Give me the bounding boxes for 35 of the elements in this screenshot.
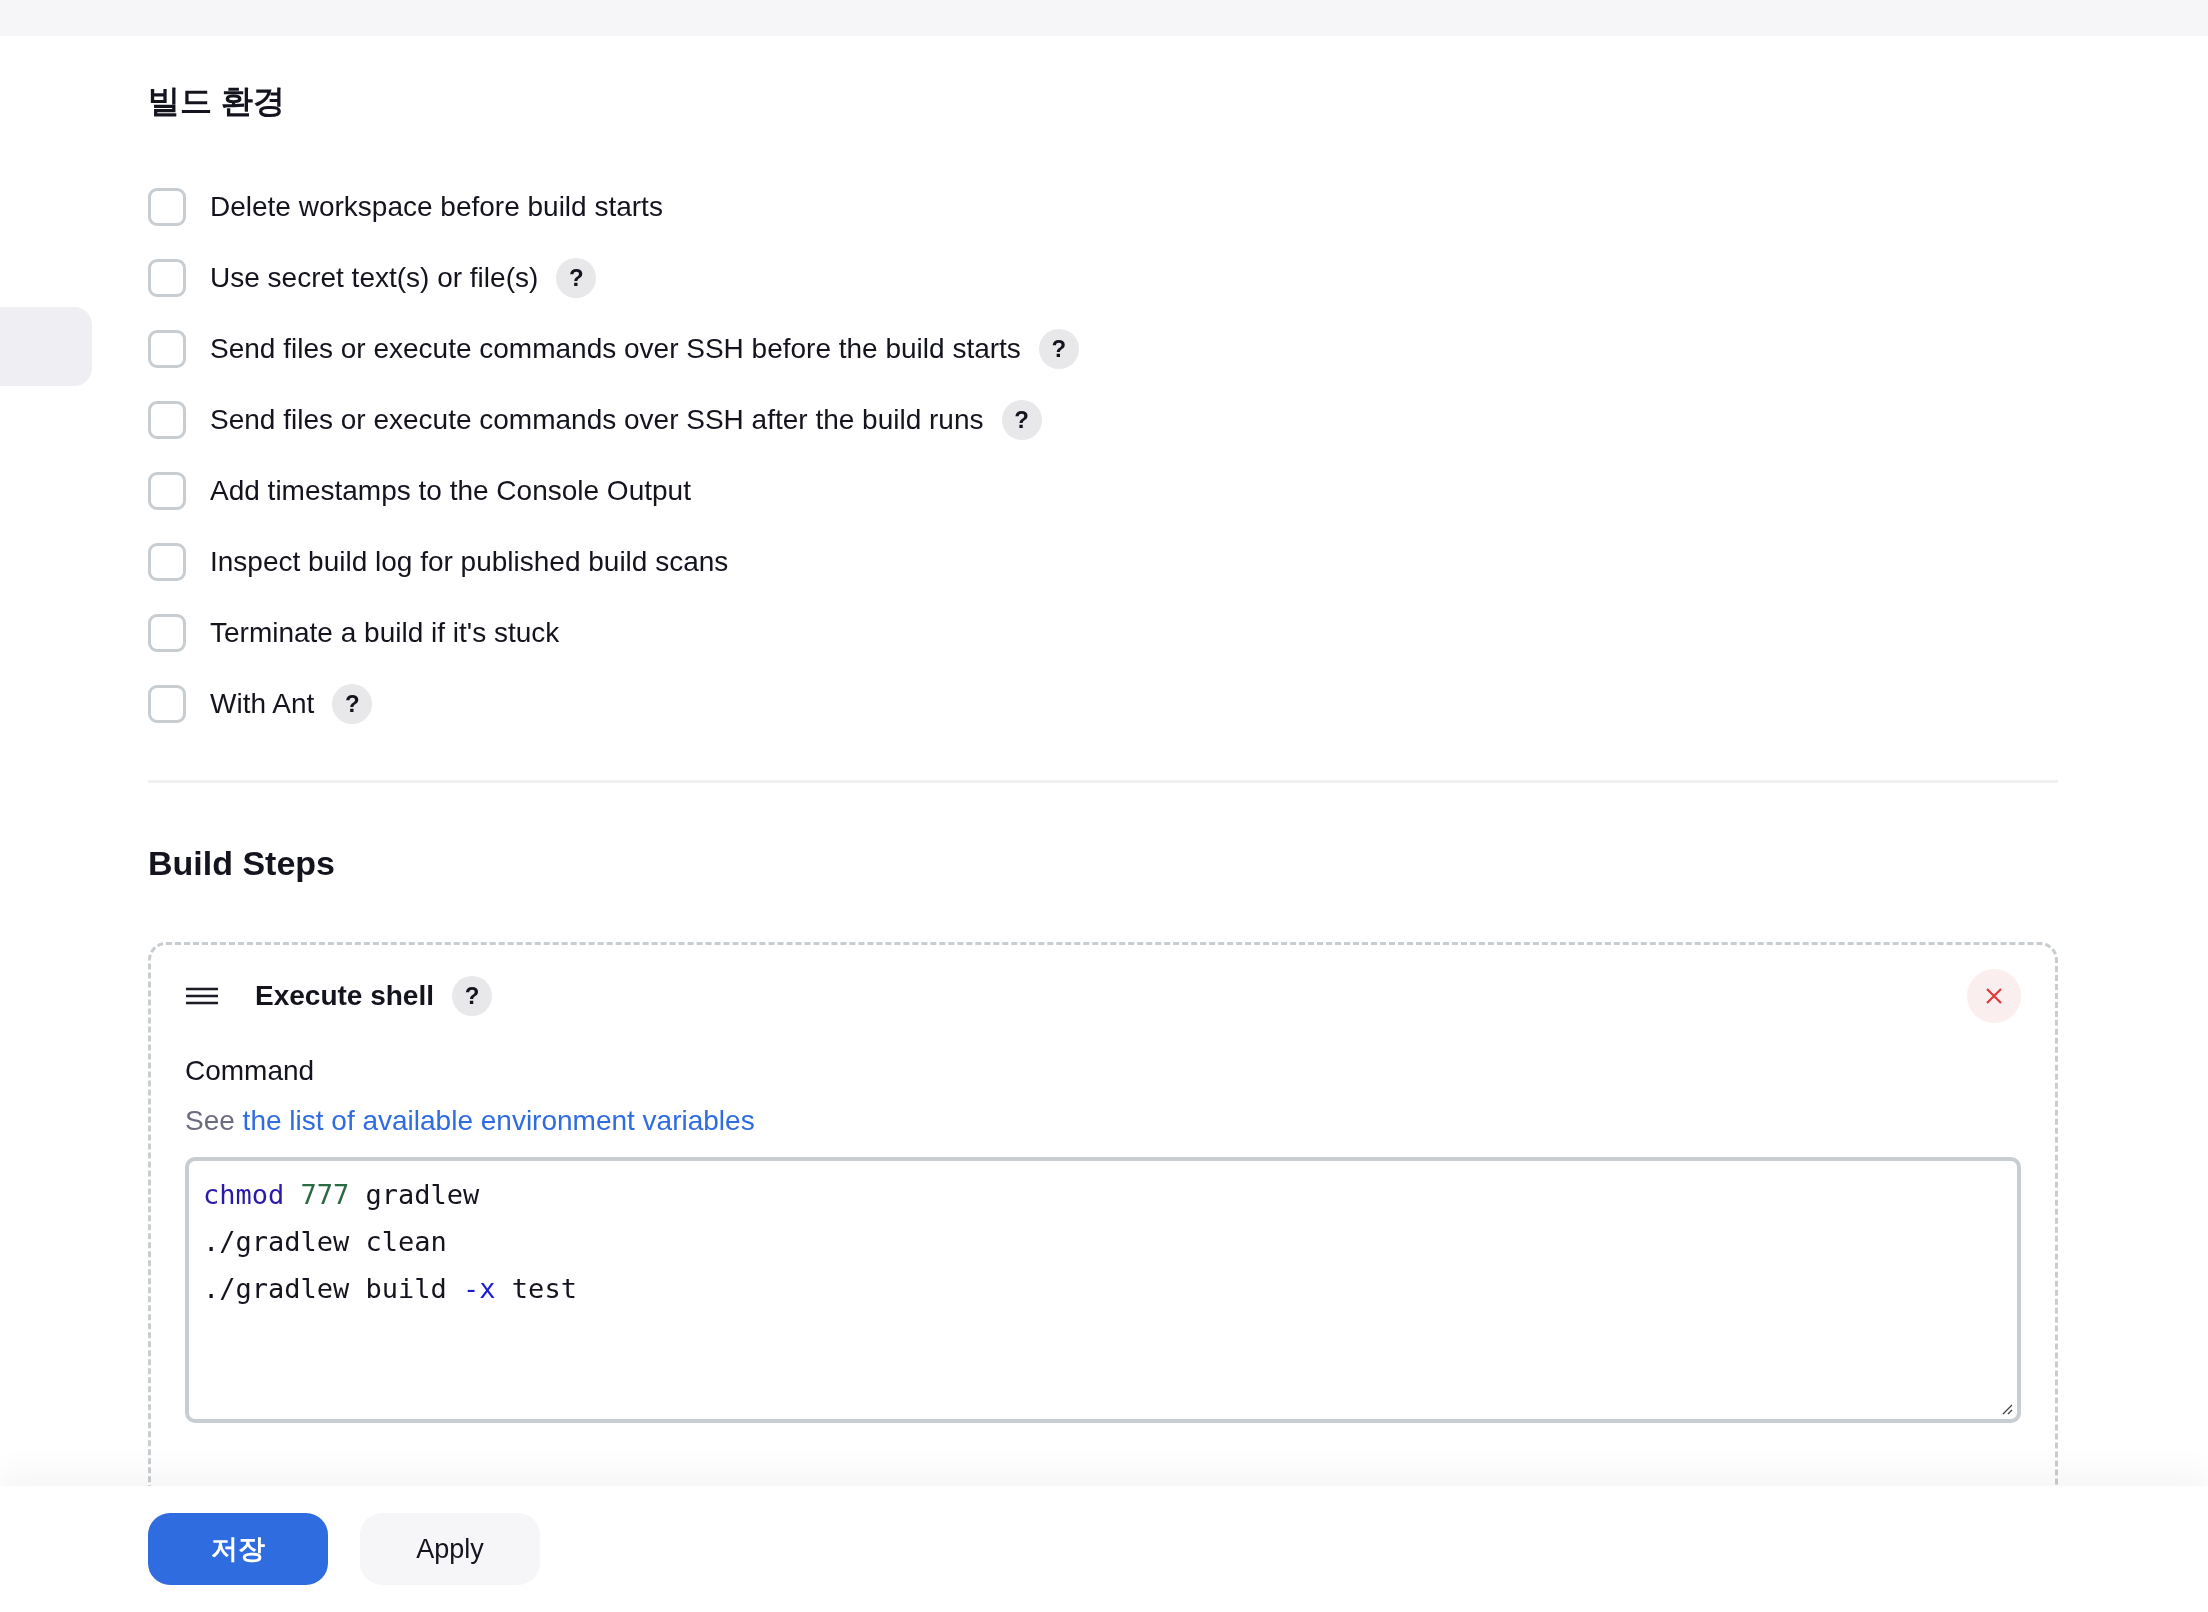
code-line: ./gradlew build -x test <box>203 1272 578 1307</box>
help-button[interactable]: ? <box>1038 329 1079 370</box>
checkbox-label[interactable]: Delete workspace before build starts <box>210 191 663 224</box>
help-button[interactable]: ? <box>556 258 597 299</box>
drag-handle-icon[interactable] <box>185 987 219 1006</box>
env-variables-link[interactable]: the list of available environment variables <box>242 1105 755 1137</box>
help-button[interactable]: ? <box>1001 400 1042 441</box>
checkbox[interactable] <box>148 259 186 298</box>
checkbox-label[interactable]: Use secret text(s) or file(s) <box>210 262 539 295</box>
checkbox[interactable] <box>148 472 186 511</box>
section-title: Build Steps <box>148 843 337 885</box>
hint-text: See <box>185 1105 235 1137</box>
code-line: ./gradlew clean <box>203 1225 448 1260</box>
checkbox[interactable] <box>148 543 186 582</box>
checkbox-label[interactable]: Send files or execute commands over SSH after the build runs <box>210 404 984 437</box>
help-button[interactable]: ? <box>332 684 373 725</box>
checkbox-label[interactable]: With Ant <box>210 688 315 721</box>
checkbox[interactable] <box>148 401 186 440</box>
field-label: Command <box>185 1055 316 1088</box>
help-button[interactable]: ? <box>452 976 492 1017</box>
apply-button[interactable]: Apply <box>360 1513 540 1585</box>
checkbox-label[interactable]: Terminate a build if it's stuck <box>210 617 560 650</box>
resize-grip-icon[interactable] <box>2001 1403 2013 1416</box>
checkbox[interactable] <box>148 614 186 653</box>
checkbox[interactable] <box>148 330 186 369</box>
step-title: Execute shell <box>255 980 434 1013</box>
code-line: chmod 777 gradlew <box>203 1178 481 1213</box>
checkbox-label[interactable]: Inspect build log for published build scans <box>210 546 729 579</box>
section-title: 빌드 환경 <box>148 82 286 121</box>
save-button[interactable]: 저장 <box>148 1513 328 1585</box>
checkbox-label[interactable]: Send files or execute commands over SSH before the build starts <box>210 333 1021 366</box>
command-field[interactable]: chmod 777 gradlew ./gradlew clean ./gradlew build -x test <box>185 1157 2021 1424</box>
checkbox[interactable] <box>148 188 186 227</box>
checkbox[interactable] <box>148 685 186 724</box>
checkbox-label[interactable]: Add timestamps to the Console Output <box>210 475 691 508</box>
